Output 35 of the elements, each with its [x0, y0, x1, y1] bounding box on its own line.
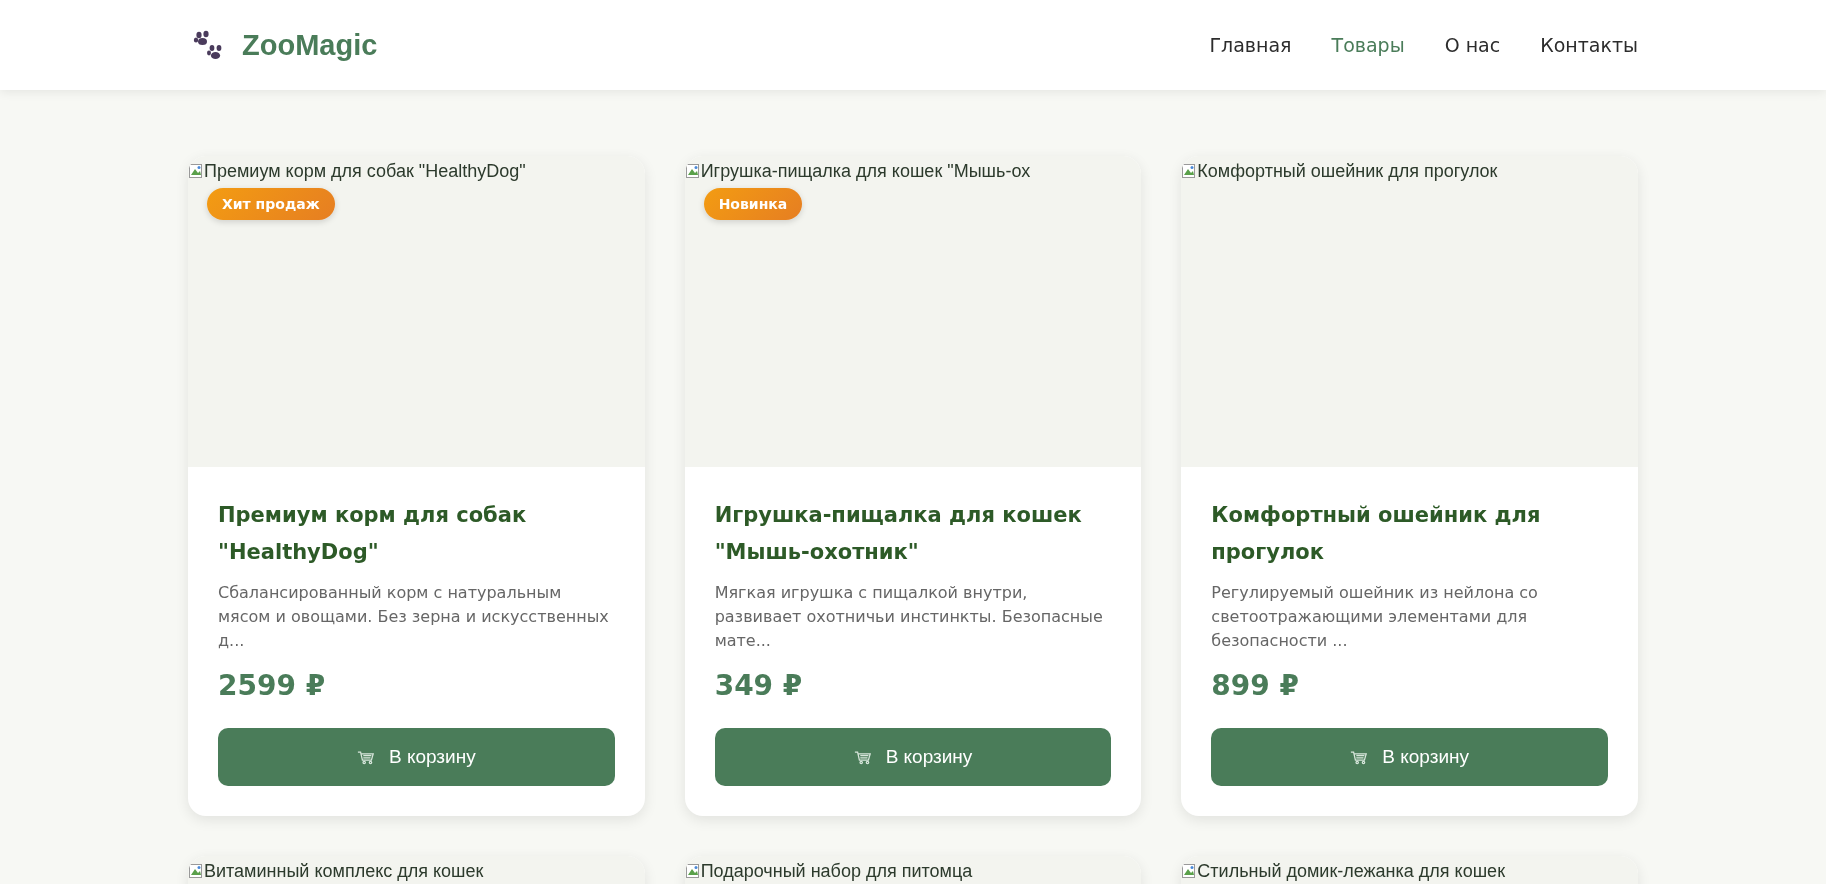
add-to-cart-button[interactable]: В корзину	[218, 728, 615, 786]
broken-image-icon	[188, 163, 204, 179]
image-alt-text: Стильный домик-лежанка для кошек	[1197, 861, 1505, 881]
broken-image-icon	[1181, 863, 1198, 879]
add-to-cart-button[interactable]: В корзину	[714, 728, 1112, 786]
product-badge: Хит продаж	[207, 188, 335, 220]
nav-link[interactable]: О нас	[1444, 34, 1501, 56]
broken-image-icon	[684, 863, 701, 879]
image-alt-text: Витаминный комплекс для кошек	[204, 861, 484, 881]
nav-link[interactable]: Контакты	[1540, 34, 1638, 56]
cart-icon	[1350, 749, 1369, 765]
product-price: 349 ₽	[714, 669, 804, 702]
product-description: Сбалансированный корм с натуральным мясом и овощами. Без зерна и искусственных д...	[218, 582, 610, 652]
product-description: Мягкая игрушка с пищалкой внутри, развивает охотничьи инстинкты. Безопасные мате...	[714, 582, 1104, 652]
broken-image-icon	[1181, 163, 1198, 179]
nav-link[interactable]: Товары	[1331, 34, 1405, 56]
cart-icon	[356, 749, 375, 765]
add-to-cart-button[interactable]: В корзину	[1211, 728, 1608, 786]
product-title: Комфортный ошейник для прогулок	[1211, 502, 1542, 566]
image-alt-text: Комфортный ошейник для прогулок	[1197, 161, 1498, 181]
broken-image-icon	[684, 163, 701, 179]
image-alt-text: Премиум корм для собак "HealthyDog"	[204, 161, 526, 181]
product-badge: Новинка	[703, 188, 803, 220]
cart-icon	[853, 749, 872, 765]
product-price: 2599 ₽	[218, 669, 327, 702]
paw-icon	[192, 29, 224, 61]
image-alt-text: Игрушка-пищалка для кошек "Мышь-ох	[700, 161, 1031, 181]
nav-link[interactable]: Главная	[1209, 34, 1292, 56]
logo-text[interactable]: ZooMagic	[242, 28, 378, 62]
product-description: Регулируемый ошейник из нейлона со светоотражающими элементами для безопасности ...	[1211, 582, 1539, 652]
broken-image-icon	[188, 863, 204, 879]
product-price: 899 ₽	[1211, 669, 1300, 702]
image-alt-text: Подарочный набор для питомца	[700, 861, 973, 881]
product-title: Игрушка-пищалка для кошек "Мышь-охотник"	[714, 502, 1083, 566]
product-title: Премиум корм для собак "HealthyDog"	[218, 502, 528, 566]
